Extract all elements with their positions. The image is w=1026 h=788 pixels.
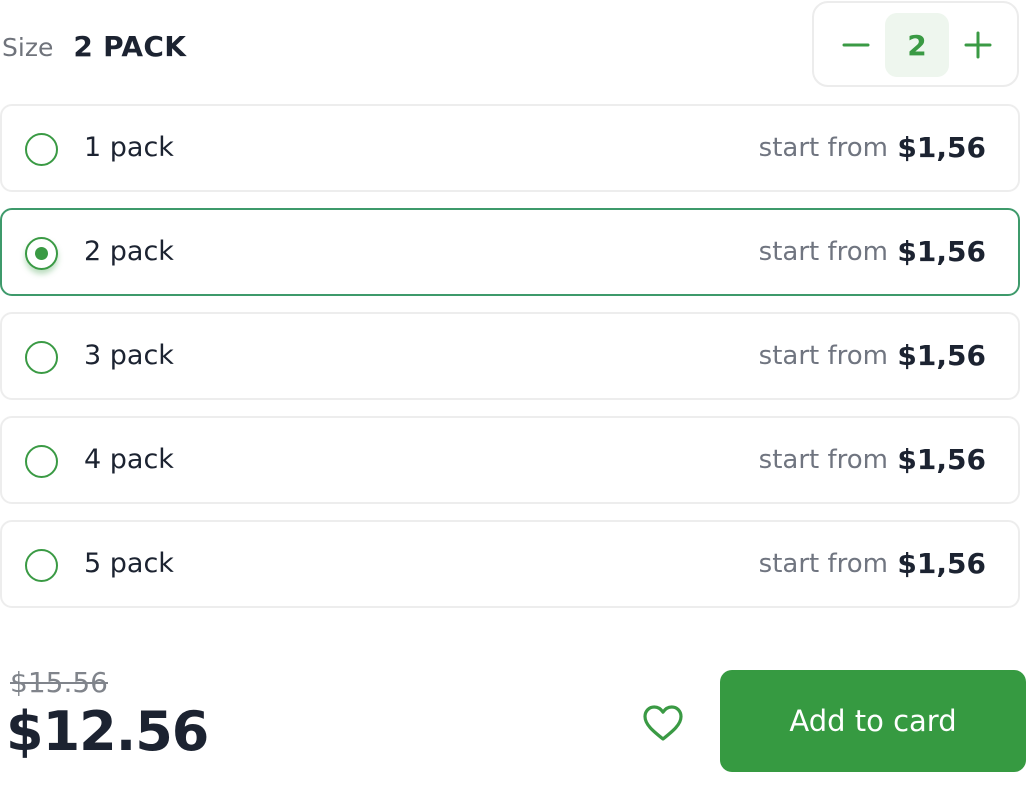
start-from-text: start from xyxy=(758,133,888,163)
pack-option[interactable]: 3 pack start from $1,56 xyxy=(0,312,1020,400)
start-from-text: start from xyxy=(758,445,888,475)
pack-option-label: 4 pack xyxy=(84,444,174,475)
pack-option-price: $1,56 xyxy=(897,339,986,372)
pack-option-label: 2 pack xyxy=(84,236,174,267)
size-value: 2 PACK xyxy=(73,30,187,63)
pack-option-price: $1,56 xyxy=(897,443,986,476)
pack-option[interactable]: 1 pack start from $1,56 xyxy=(0,104,1020,192)
start-from-text: start from xyxy=(758,237,888,267)
pack-option[interactable]: 5 pack start from $1,56 xyxy=(0,520,1020,608)
favorite-button[interactable] xyxy=(640,700,686,746)
plus-icon xyxy=(964,31,992,59)
quantity-value[interactable]: 2 xyxy=(885,13,949,77)
minus-icon xyxy=(842,43,870,47)
radio-dot xyxy=(35,247,48,260)
decrement-button[interactable] xyxy=(826,3,886,87)
pack-option-label: 3 pack xyxy=(84,340,174,371)
pack-option-label: 5 pack xyxy=(84,548,174,579)
radio-button[interactable] xyxy=(25,445,58,478)
pack-option-price: $1,56 xyxy=(897,547,986,580)
add-to-cart-button[interactable]: Add to card xyxy=(720,670,1026,772)
pack-option[interactable]: 2 pack start from $1,56 xyxy=(0,208,1020,296)
increment-button[interactable] xyxy=(948,3,1008,87)
start-from-text: start from xyxy=(758,341,888,371)
radio-button[interactable] xyxy=(25,549,58,582)
pack-option-label: 1 pack xyxy=(84,132,174,163)
pack-option-price: $1,56 xyxy=(897,235,986,268)
quantity-stepper: 2 xyxy=(812,1,1019,87)
radio-button[interactable] xyxy=(25,237,58,270)
radio-button[interactable] xyxy=(25,341,58,374)
pack-option-price: $1,56 xyxy=(897,131,986,164)
product-options-panel: Size 2 PACK 2 1 pack start from $1,56 2 … xyxy=(0,0,1026,788)
original-price: $15.56 xyxy=(10,666,108,699)
size-row: Size 2 PACK xyxy=(2,30,186,66)
radio-button[interactable] xyxy=(25,133,58,166)
start-from-text: start from xyxy=(758,549,888,579)
size-label: Size xyxy=(2,33,54,62)
sale-price: $12.56 xyxy=(6,700,209,763)
heart-icon xyxy=(643,705,683,741)
pack-option[interactable]: 4 pack start from $1,56 xyxy=(0,416,1020,504)
pack-options-list: 1 pack start from $1,56 2 pack start fro… xyxy=(0,104,1020,624)
